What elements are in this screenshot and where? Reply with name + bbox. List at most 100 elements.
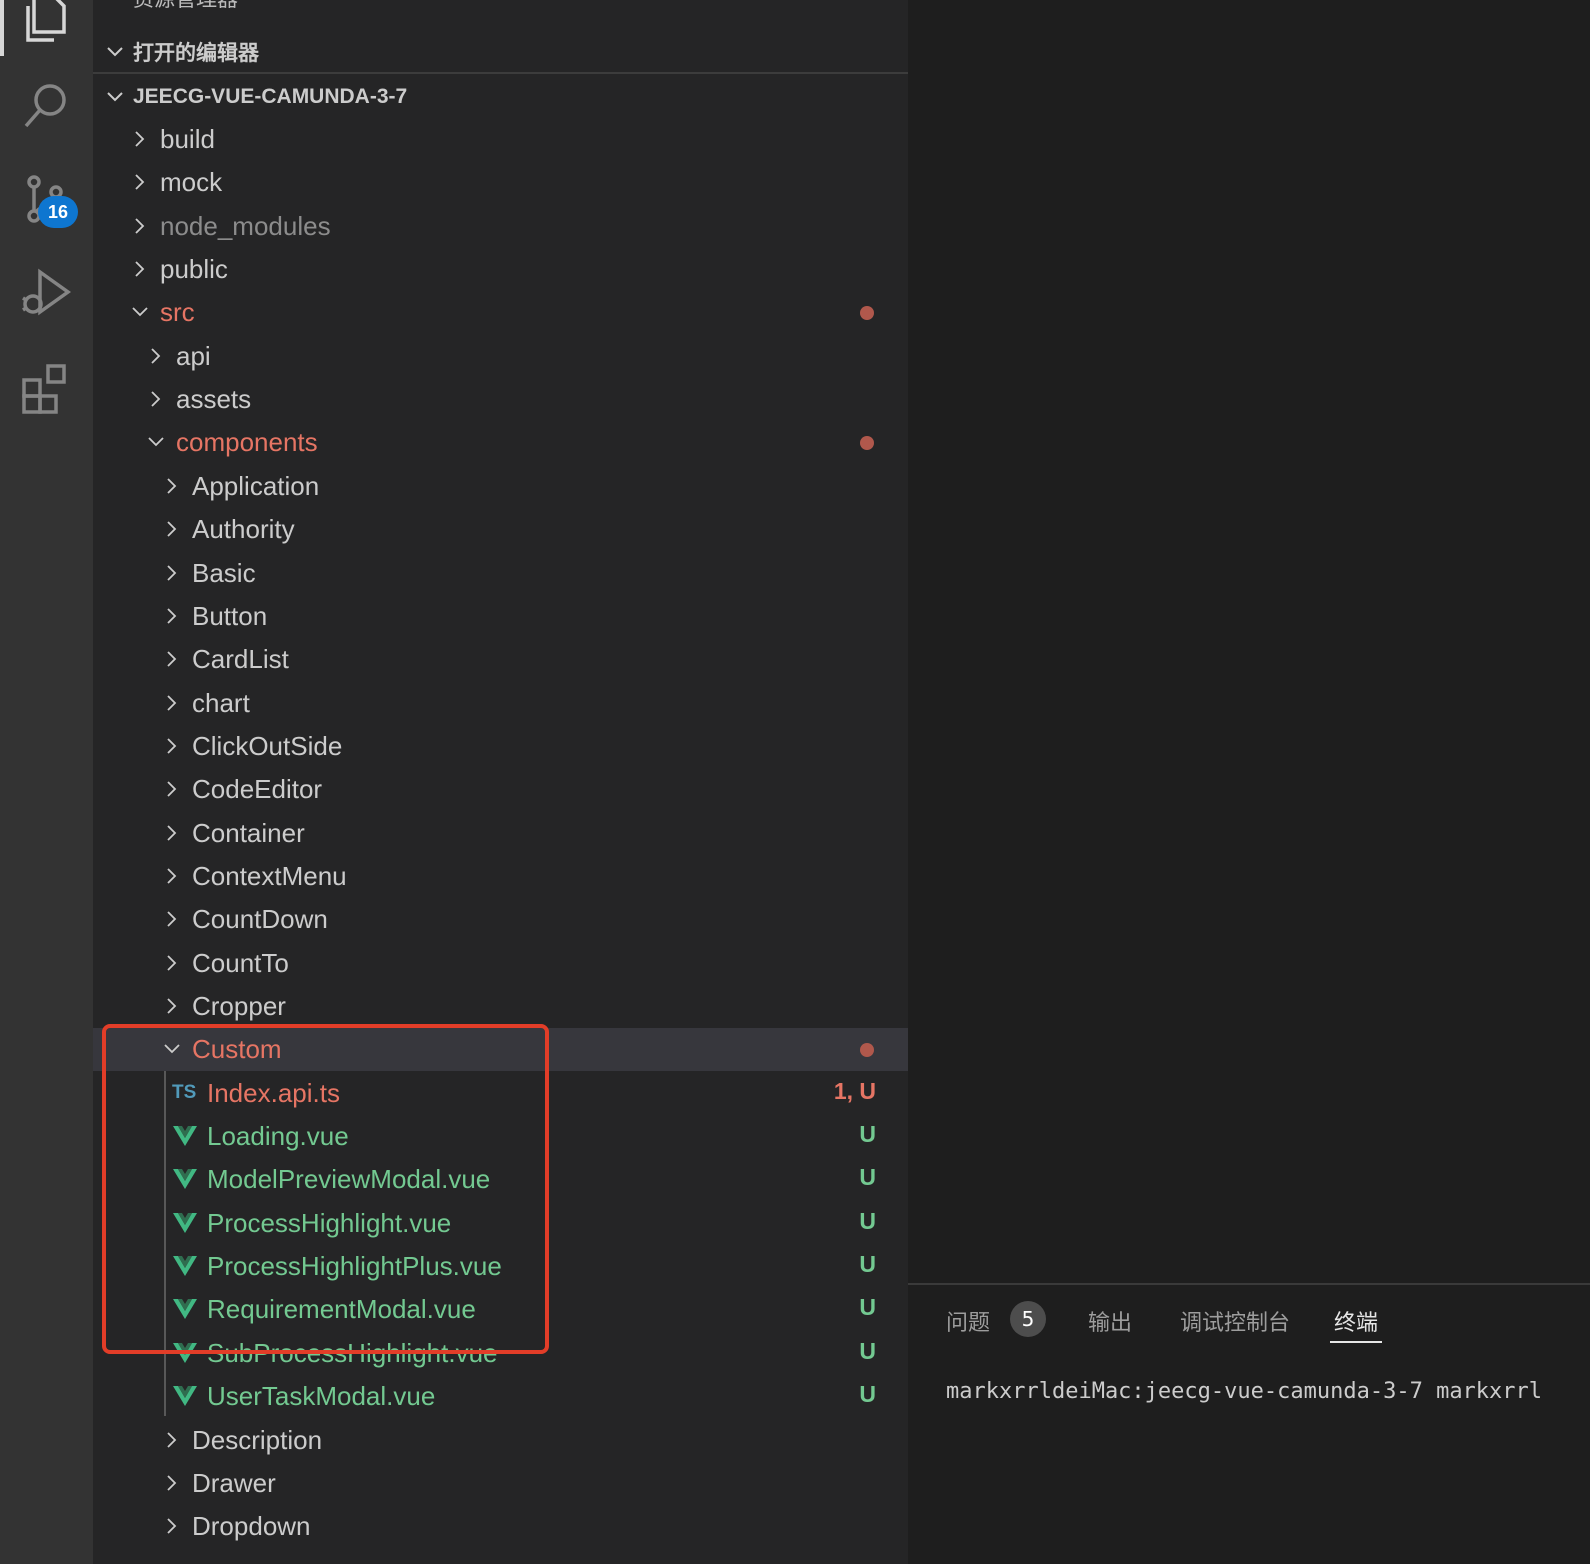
tree-file[interactable]: UserTaskModal.vue U xyxy=(93,1375,908,1418)
tree-item-label: build xyxy=(160,124,215,154)
chevron-down-icon xyxy=(107,47,123,57)
tree-folder[interactable]: public xyxy=(93,248,908,291)
git-status: U xyxy=(859,1251,876,1278)
tree-item-label: public xyxy=(160,254,228,285)
modified-dot xyxy=(860,306,874,321)
git-status: 1, U xyxy=(833,1077,876,1104)
tree-item-label: mock xyxy=(160,167,223,198)
vue-file-icon xyxy=(172,1385,198,1413)
tree-folder[interactable]: node_modules xyxy=(93,205,908,248)
tree-item-label: Container xyxy=(192,817,305,848)
chevron-right-icon xyxy=(167,998,177,1014)
tree-folder[interactable]: CardList xyxy=(93,638,908,681)
modified-dot xyxy=(860,1043,874,1058)
tree-folder[interactable]: ContextMenu xyxy=(93,855,908,898)
chevron-right-icon xyxy=(135,261,145,277)
tree-folder[interactable]: assets xyxy=(93,378,908,421)
search-icon xyxy=(24,84,66,128)
tree-folder[interactable]: Button xyxy=(93,595,908,638)
tree-folder[interactable]: components xyxy=(93,421,908,464)
tree-item-label: api xyxy=(176,340,211,371)
chevron-right-icon xyxy=(167,1475,177,1491)
editor-area xyxy=(908,0,1590,1283)
chevron-right-icon xyxy=(135,174,145,190)
tree-item-label: Basic xyxy=(192,557,256,588)
tree-item-label: components xyxy=(176,427,318,458)
chevron-right-icon xyxy=(167,911,177,927)
scm-badge: 16 xyxy=(38,196,78,228)
chevron-right-icon xyxy=(167,868,177,884)
extensions-icon xyxy=(22,364,66,414)
tree-folder[interactable]: Description xyxy=(93,1419,908,1462)
tree-folder[interactable]: build xyxy=(93,118,908,161)
chevron-right-icon xyxy=(167,1431,177,1448)
chevron-down-icon xyxy=(132,307,148,317)
tree-folder[interactable]: CodeEditor xyxy=(93,768,908,811)
explorer-button[interactable] xyxy=(0,0,93,64)
chevron-right-icon xyxy=(167,781,177,797)
git-status: U xyxy=(859,1337,876,1364)
tree-folder[interactable]: Container xyxy=(93,812,908,855)
tree-item-label: CardList xyxy=(192,644,289,675)
tab-output[interactable]: 输出 xyxy=(1088,1305,1132,1337)
section-divider xyxy=(93,72,908,74)
tree-folder[interactable]: CountDown xyxy=(93,898,908,941)
tree-item-label: Cropper xyxy=(192,991,286,1021)
git-status: U xyxy=(859,1164,876,1191)
chevron-right-icon xyxy=(167,694,177,711)
activity-bar: 16 xyxy=(0,0,93,1564)
chevron-right-icon xyxy=(151,391,161,407)
chevron-right-icon xyxy=(167,521,177,537)
terminal-prompt[interactable]: markxrrldeiMac:jeecg-vue-camunda-3-7 mar… xyxy=(946,1379,1542,1404)
chevron-right-icon xyxy=(135,131,145,147)
git-status: U xyxy=(859,1207,876,1234)
tree-item-label: Button xyxy=(192,600,268,631)
run-debug-button[interactable] xyxy=(0,250,93,340)
explorer-title: 资源管理器 xyxy=(93,0,908,18)
tree-folder[interactable]: Authority xyxy=(93,508,908,551)
search-button[interactable] xyxy=(0,62,93,152)
bottom-panel: 问题 5 输出 调试控制台 终端 markxrrldeiMac:jeecg-vu… xyxy=(908,1283,1590,1564)
project-header[interactable]: JEECG-VUE-CAMUNDA-3-7 xyxy=(93,77,908,117)
tree-folder[interactable]: mock xyxy=(93,161,908,204)
tree-item-label: chart xyxy=(192,687,250,718)
tree-folder[interactable]: CountTo xyxy=(93,942,908,985)
chevron-right-icon xyxy=(167,738,177,754)
chevron-down-icon xyxy=(107,92,123,102)
git-status: U xyxy=(859,1294,876,1321)
tree-folder[interactable]: Drawer xyxy=(93,1462,908,1505)
tree-folder[interactable]: Application xyxy=(93,465,908,508)
tree-item-label: ContextMenu xyxy=(192,860,347,891)
tab-debug-console[interactable]: 调试控制台 xyxy=(1180,1305,1290,1337)
tree-folder[interactable]: api xyxy=(93,335,908,378)
tree-folder[interactable]: src xyxy=(93,291,908,334)
chevron-right-icon xyxy=(167,478,177,494)
tab-terminal[interactable]: 终端 xyxy=(1334,1305,1378,1337)
chevron-right-icon xyxy=(167,1518,177,1534)
chevron-right-icon xyxy=(167,955,177,971)
annotation-highlight-box xyxy=(102,1024,549,1354)
tree-item-label: node_modules xyxy=(160,210,331,241)
chevron-right-icon xyxy=(151,348,161,364)
tree-item-label: CountDown xyxy=(192,904,328,935)
tree-folder[interactable]: Cropper xyxy=(93,985,908,1028)
open-editors-header[interactable]: 打开的编辑器 xyxy=(93,32,908,72)
tree-folder[interactable]: ClickOutSide xyxy=(93,725,908,768)
tree-item-label: CountTo xyxy=(192,947,289,978)
tree-item-label: ClickOutSide xyxy=(192,730,343,761)
extensions-button[interactable] xyxy=(0,344,93,434)
chevron-down-icon xyxy=(148,437,164,447)
tree-item-label: UserTaskModal.vue xyxy=(207,1381,436,1412)
tree-folder[interactable]: Dropdown xyxy=(93,1505,908,1548)
explorer-icon xyxy=(26,0,66,42)
tree-item-label: Drawer xyxy=(192,1467,276,1498)
tree-folder[interactable]: Basic xyxy=(93,552,908,595)
tree-item-label: src xyxy=(160,297,195,328)
tab-problems[interactable]: 问题 xyxy=(946,1305,990,1337)
chevron-right-icon xyxy=(167,824,177,841)
chevron-right-icon xyxy=(167,608,177,624)
tree-folder[interactable]: chart xyxy=(93,682,908,725)
tree-item-label: assets xyxy=(176,384,252,415)
active-tab-underline xyxy=(1330,1341,1382,1343)
chevron-right-icon xyxy=(135,218,145,234)
